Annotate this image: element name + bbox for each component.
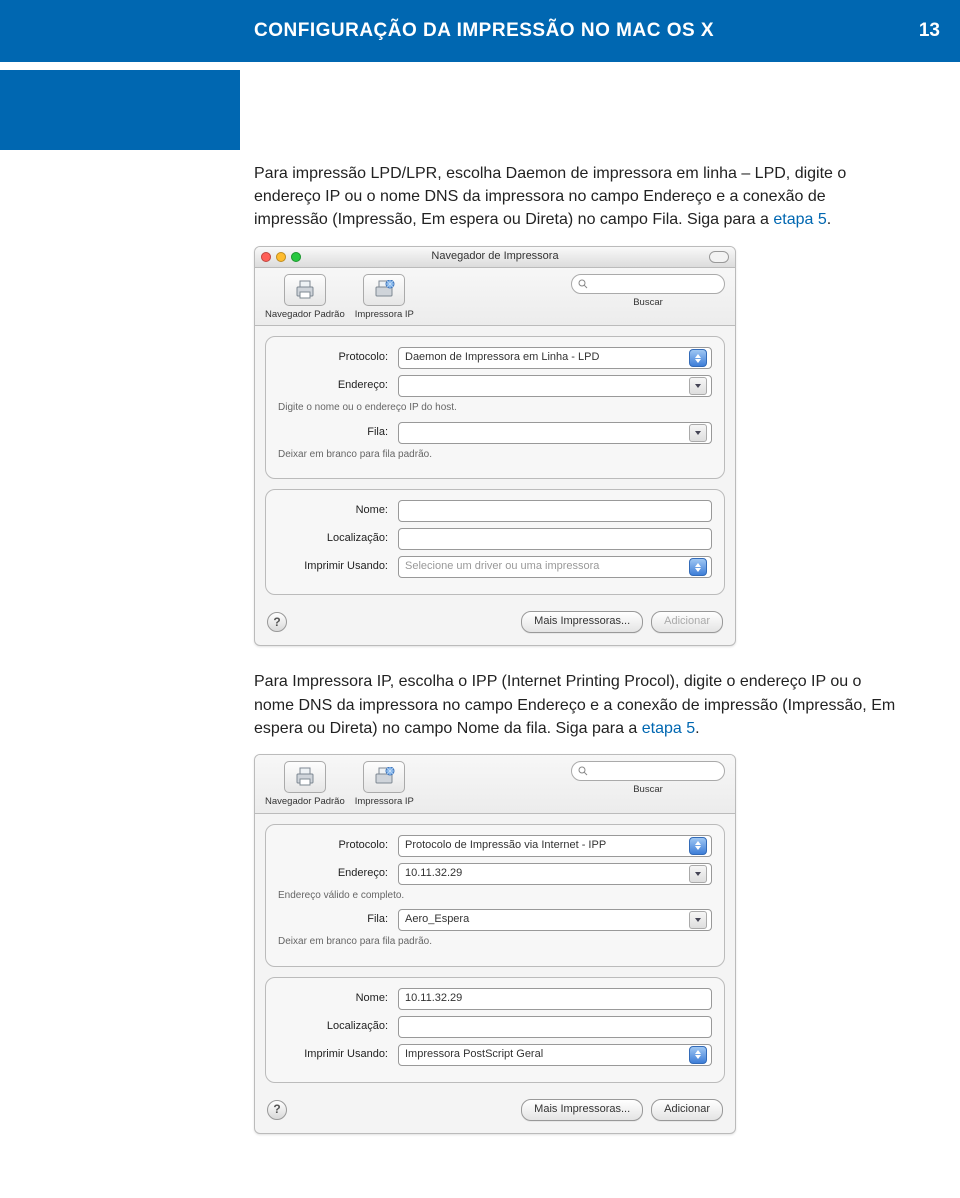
- toolbar-label: Buscar: [633, 296, 663, 310]
- printer-browser-window-lpd: Navegador de Impressora Navegador Padrão: [254, 246, 736, 647]
- print-using-combo[interactable]: Impressora PostScript Geral: [398, 1044, 712, 1066]
- combo-value: Selecione um driver ou uma impressora: [405, 559, 599, 575]
- combo-value: Protocolo de Impressão via Internet - IP…: [405, 838, 606, 854]
- location-label: Localização:: [278, 531, 388, 547]
- protocol-label: Protocolo:: [278, 350, 388, 366]
- default-browser-button[interactable]: [284, 274, 326, 306]
- help-button[interactable]: ?: [267, 612, 287, 632]
- paragraph-ipp: Para Impressora IP, escolha o IPP (Inter…: [254, 670, 900, 740]
- location-label: Localização:: [278, 1019, 388, 1035]
- link-step5[interactable]: etapa 5: [773, 211, 826, 228]
- ip-printer-button[interactable]: [363, 274, 405, 306]
- input-value: 10.11.32.29: [405, 991, 462, 1007]
- titlebar: Navegador de Impressora: [255, 247, 735, 268]
- search-icon: [578, 279, 588, 289]
- text-fragment: .: [695, 720, 699, 737]
- input-value: Aero_Espera: [405, 912, 469, 928]
- location-field[interactable]: [398, 528, 712, 550]
- address-hint: Endereço válido e completo.: [278, 889, 712, 904]
- toolbar-label: Impressora IP: [355, 308, 414, 322]
- print-using-label: Imprimir Usando:: [278, 559, 388, 575]
- queue-field[interactable]: [398, 422, 712, 444]
- page-number: 13: [919, 20, 940, 42]
- updown-icon: [689, 349, 707, 367]
- dropdown-icon[interactable]: [689, 911, 707, 929]
- updown-icon: [689, 1046, 707, 1064]
- toolbar-label: Buscar: [633, 783, 663, 797]
- add-button[interactable]: Adicionar: [651, 611, 723, 633]
- protocol-combo[interactable]: Protocolo de Impressão via Internet - IP…: [398, 835, 712, 857]
- address-label: Endereço:: [278, 866, 388, 882]
- queue-field[interactable]: Aero_Espera: [398, 909, 712, 931]
- location-field[interactable]: [398, 1016, 712, 1038]
- window-title: Navegador de Impressora: [255, 249, 735, 265]
- address-label: Endereço:: [278, 378, 388, 394]
- page-title: CONFIGURAÇÃO DA IMPRESSÃO NO MAC OS X: [254, 20, 714, 42]
- name-label: Nome:: [278, 503, 388, 519]
- address-field[interactable]: 10.11.32.29: [398, 863, 712, 885]
- add-button[interactable]: Adicionar: [651, 1099, 723, 1121]
- dropdown-icon[interactable]: [689, 865, 707, 883]
- toolbar-toggle-icon[interactable]: [709, 251, 729, 263]
- more-printers-button[interactable]: Mais Impressoras...: [521, 1099, 643, 1121]
- toolbar-label: Navegador Padrão: [265, 308, 345, 322]
- name-field[interactable]: [398, 500, 712, 522]
- input-value: 10.11.32.29: [405, 866, 462, 882]
- updown-icon: [689, 837, 707, 855]
- paragraph-lpd: Para impressão LPD/LPR, escolha Daemon d…: [254, 162, 900, 232]
- printer-browser-window-ipp: Navegador Padrão Impressora IP Buscar: [254, 754, 736, 1134]
- queue-label: Fila:: [278, 912, 388, 928]
- text-fragment: .: [827, 211, 831, 228]
- search-icon: [578, 766, 588, 776]
- search-input[interactable]: [571, 761, 725, 781]
- queue-hint: Deixar em branco para fila padrão.: [278, 448, 712, 463]
- toolbar-label: Impressora IP: [355, 795, 414, 809]
- address-hint: Digite o nome ou o endereço IP do host.: [278, 401, 712, 416]
- queue-hint: Deixar em branco para fila padrão.: [278, 935, 712, 950]
- ip-printer-button[interactable]: [363, 761, 405, 793]
- print-using-label: Imprimir Usando:: [278, 1047, 388, 1063]
- name-field[interactable]: 10.11.32.29: [398, 988, 712, 1010]
- dropdown-icon[interactable]: [689, 424, 707, 442]
- address-field[interactable]: [398, 375, 712, 397]
- dropdown-icon[interactable]: [689, 377, 707, 395]
- text-fragment: Para Impressora IP, escolha o IPP (Inter…: [254, 673, 895, 736]
- more-printers-button[interactable]: Mais Impressoras...: [521, 611, 643, 633]
- toolbar-label: Navegador Padrão: [265, 795, 345, 809]
- protocol-label: Protocolo:: [278, 838, 388, 854]
- updown-icon: [689, 558, 707, 576]
- default-browser-button[interactable]: [284, 761, 326, 793]
- link-step5[interactable]: etapa 5: [642, 720, 695, 737]
- queue-label: Fila:: [278, 425, 388, 441]
- print-using-combo[interactable]: Selecione um driver ou uma impressora: [398, 556, 712, 578]
- protocol-combo[interactable]: Daemon de Impressora em Linha - LPD: [398, 347, 712, 369]
- combo-value: Impressora PostScript Geral: [405, 1047, 543, 1063]
- combo-value: Daemon de Impressora em Linha - LPD: [405, 350, 599, 366]
- text-fragment: Para impressão LPD/LPR, escolha Daemon d…: [254, 165, 846, 228]
- help-button[interactable]: ?: [267, 1100, 287, 1120]
- name-label: Nome:: [278, 991, 388, 1007]
- search-input[interactable]: [571, 274, 725, 294]
